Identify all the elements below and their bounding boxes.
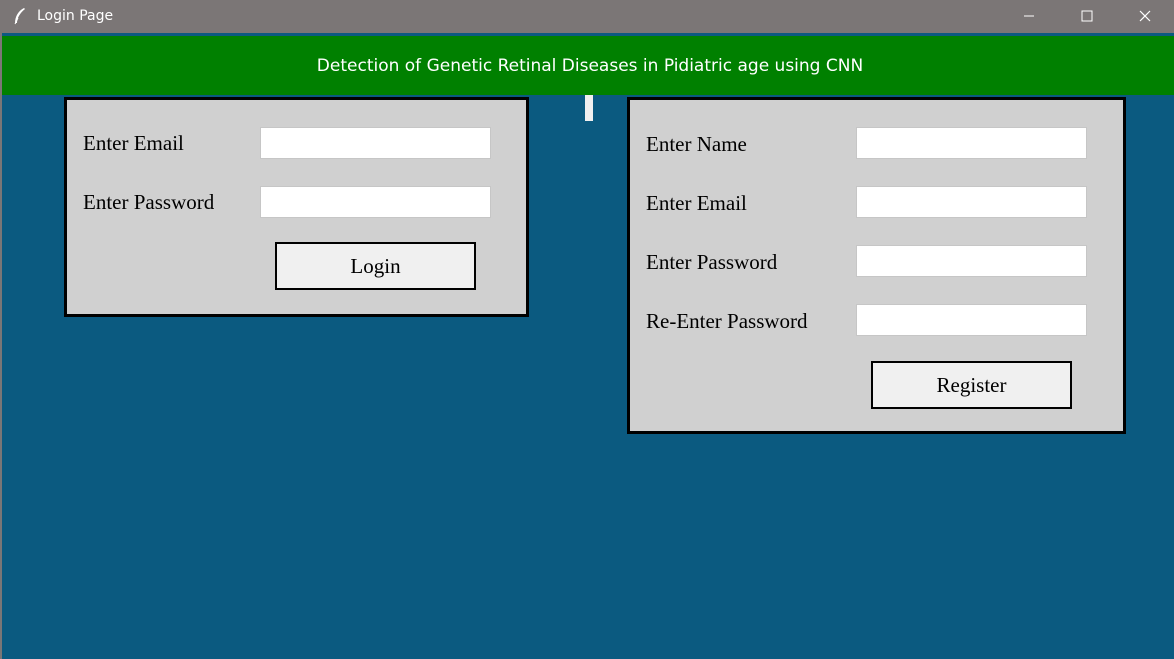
register-name-label: Enter Name [646, 132, 747, 156]
register-name-input[interactable] [856, 127, 1087, 159]
register-password-input[interactable] [856, 245, 1087, 277]
register-password-label: Enter Password [646, 250, 778, 274]
close-button[interactable] [1116, 0, 1174, 33]
minimize-icon [1023, 7, 1035, 26]
register-reenter-password-label: Re-Enter Password [646, 309, 808, 333]
maximize-icon [1081, 7, 1093, 26]
window-titlebar[interactable]: Login Page [0, 0, 1174, 33]
register-reenter-password-input[interactable] [856, 304, 1087, 336]
close-icon [1139, 7, 1151, 26]
login-button[interactable]: Login [275, 242, 476, 290]
login-password-input[interactable] [260, 186, 491, 218]
feather-icon [12, 7, 28, 25]
maximize-button[interactable] [1058, 0, 1116, 33]
register-email-input[interactable] [856, 186, 1087, 218]
register-panel: Enter Name Enter Email Enter Password Re… [627, 97, 1126, 434]
login-panel: Enter Email Enter Password Login [64, 97, 529, 317]
window-title: Login Page [37, 8, 114, 24]
divider-mark [585, 95, 593, 121]
login-email-input[interactable] [260, 127, 491, 159]
minimize-button[interactable] [1000, 0, 1058, 33]
login-email-label: Enter Email [83, 131, 184, 155]
register-email-label: Enter Email [646, 191, 747, 215]
header-banner: Detection of Genetic Retinal Diseases in… [2, 36, 1174, 95]
register-button[interactable]: Register [871, 361, 1072, 409]
window-frame-left [0, 33, 2, 659]
login-password-label: Enter Password [83, 190, 215, 214]
page-title: Detection of Genetic Retinal Diseases in… [316, 55, 864, 76]
